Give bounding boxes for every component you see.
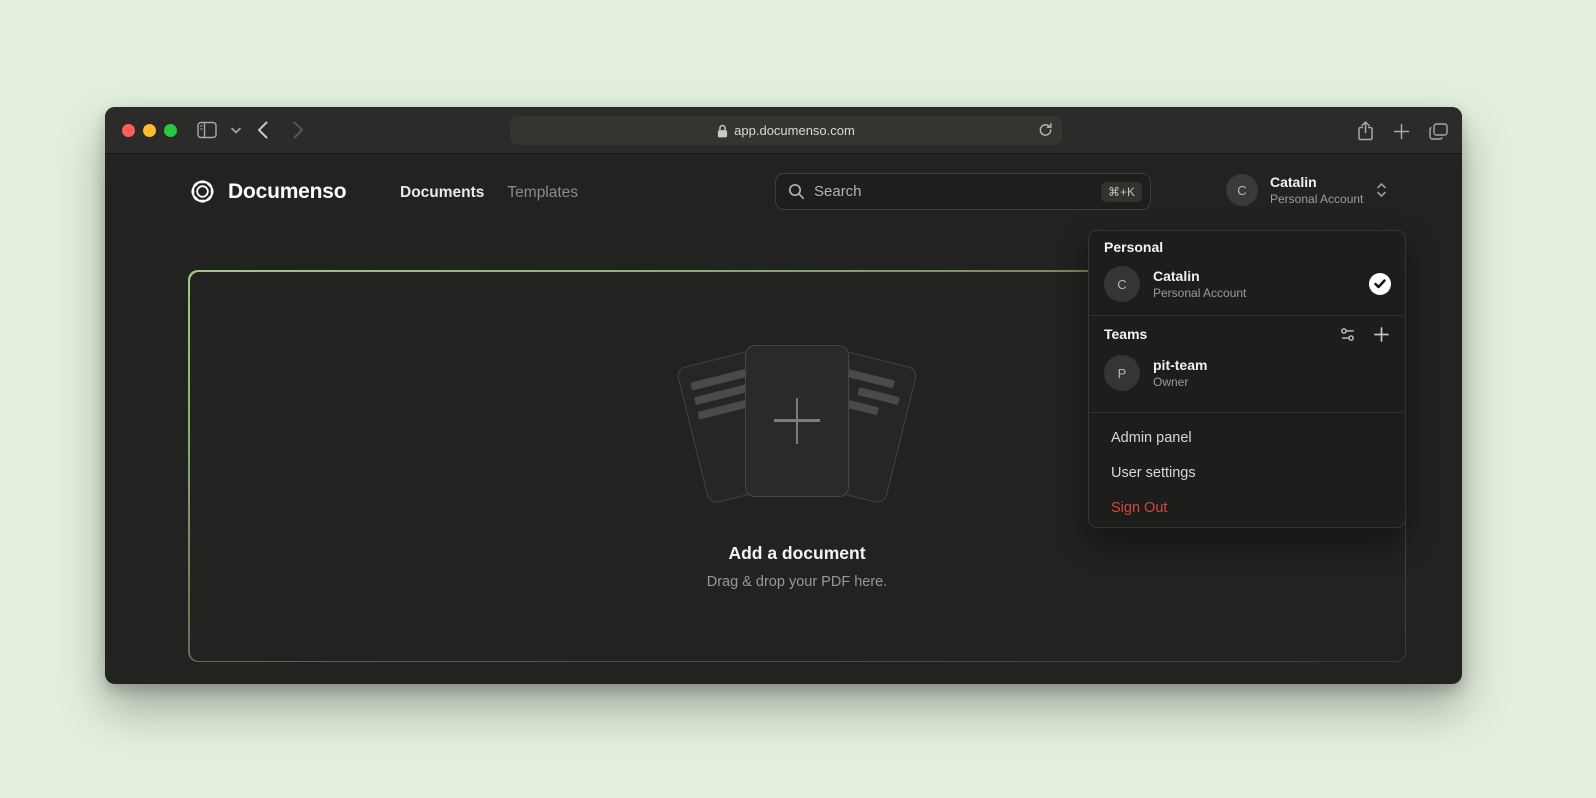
url-text: app.documenso.com: [734, 123, 855, 138]
account-subtitle: Personal Account: [1270, 192, 1363, 206]
brand[interactable]: Documenso: [188, 177, 346, 206]
minimize-window-button[interactable]: [143, 124, 156, 137]
menu-actions: Admin panel User settings Sign Out: [1089, 413, 1405, 528]
team-item[interactable]: P pit-team Owner: [1104, 351, 1391, 395]
account-menu-button[interactable]: C Catalin Personal Account: [1226, 174, 1388, 206]
account-name: Catalin: [1153, 268, 1246, 284]
personal-account-item[interactable]: C Catalin Personal Account: [1104, 262, 1391, 306]
documents-stack-illustration: [647, 343, 947, 511]
team-name: pit-team: [1153, 357, 1207, 373]
menu-item-user-settings[interactable]: User settings: [1089, 455, 1405, 490]
sidebar-toggle-icon[interactable]: [197, 121, 217, 139]
share-icon[interactable]: [1357, 121, 1374, 141]
plus-icon: [774, 398, 820, 444]
add-document-card: [745, 345, 849, 497]
new-tab-icon[interactable]: [1393, 121, 1410, 141]
avatar: C: [1226, 174, 1258, 206]
chevron-down-icon[interactable]: [231, 127, 241, 134]
avatar: C: [1104, 266, 1140, 302]
dropzone-subtitle: Drag & drop your PDF here.: [707, 574, 888, 590]
personal-section: Personal C Catalin Personal Account: [1089, 231, 1405, 315]
window-controls: [122, 124, 177, 137]
selected-check-icon: [1369, 273, 1391, 295]
menu-item-admin-panel[interactable]: Admin panel: [1089, 420, 1405, 455]
titlebar-right-actions: [1357, 121, 1448, 141]
account-name: Catalin: [1270, 174, 1363, 190]
search-shortcut-badge: ⌘+K: [1101, 182, 1142, 202]
nav-templates[interactable]: Templates: [507, 184, 578, 202]
zoom-window-button[interactable]: [164, 124, 177, 137]
team-role: Owner: [1153, 375, 1207, 389]
search-icon: [788, 183, 805, 200]
nav-documents[interactable]: Documents: [400, 184, 484, 202]
browser-window: app.documenso.com: [105, 107, 1462, 684]
account-dropdown-menu: Personal C Catalin Personal Account Team…: [1088, 230, 1406, 528]
lock-icon: [717, 124, 728, 138]
close-window-button[interactable]: [122, 124, 135, 137]
back-icon[interactable]: [257, 121, 268, 139]
documenso-logo-icon: [188, 177, 217, 206]
chevrons-up-down-icon: [1375, 182, 1388, 198]
account-subtitle: Personal Account: [1153, 286, 1246, 300]
search-bar[interactable]: ⌘+K: [775, 173, 1151, 210]
reload-icon[interactable]: [1038, 122, 1053, 141]
main-nav: Documents Templates: [400, 184, 578, 202]
address-bar[interactable]: app.documenso.com: [510, 116, 1062, 145]
tab-overview-icon[interactable]: [1429, 121, 1448, 141]
manage-teams-icon[interactable]: [1337, 324, 1357, 344]
menu-item-sign-out[interactable]: Sign Out: [1089, 490, 1405, 525]
dropzone-title: Add a document: [728, 543, 865, 564]
personal-heading: Personal: [1104, 239, 1391, 255]
brand-name: Documenso: [228, 180, 346, 204]
avatar: P: [1104, 355, 1140, 391]
search-input[interactable]: [814, 183, 1092, 200]
create-team-icon[interactable]: [1371, 324, 1391, 344]
browser-titlebar: app.documenso.com: [105, 107, 1462, 154]
teams-section: Teams: [1089, 316, 1405, 412]
forward-icon[interactable]: [293, 121, 304, 139]
teams-heading: Teams: [1104, 326, 1147, 342]
